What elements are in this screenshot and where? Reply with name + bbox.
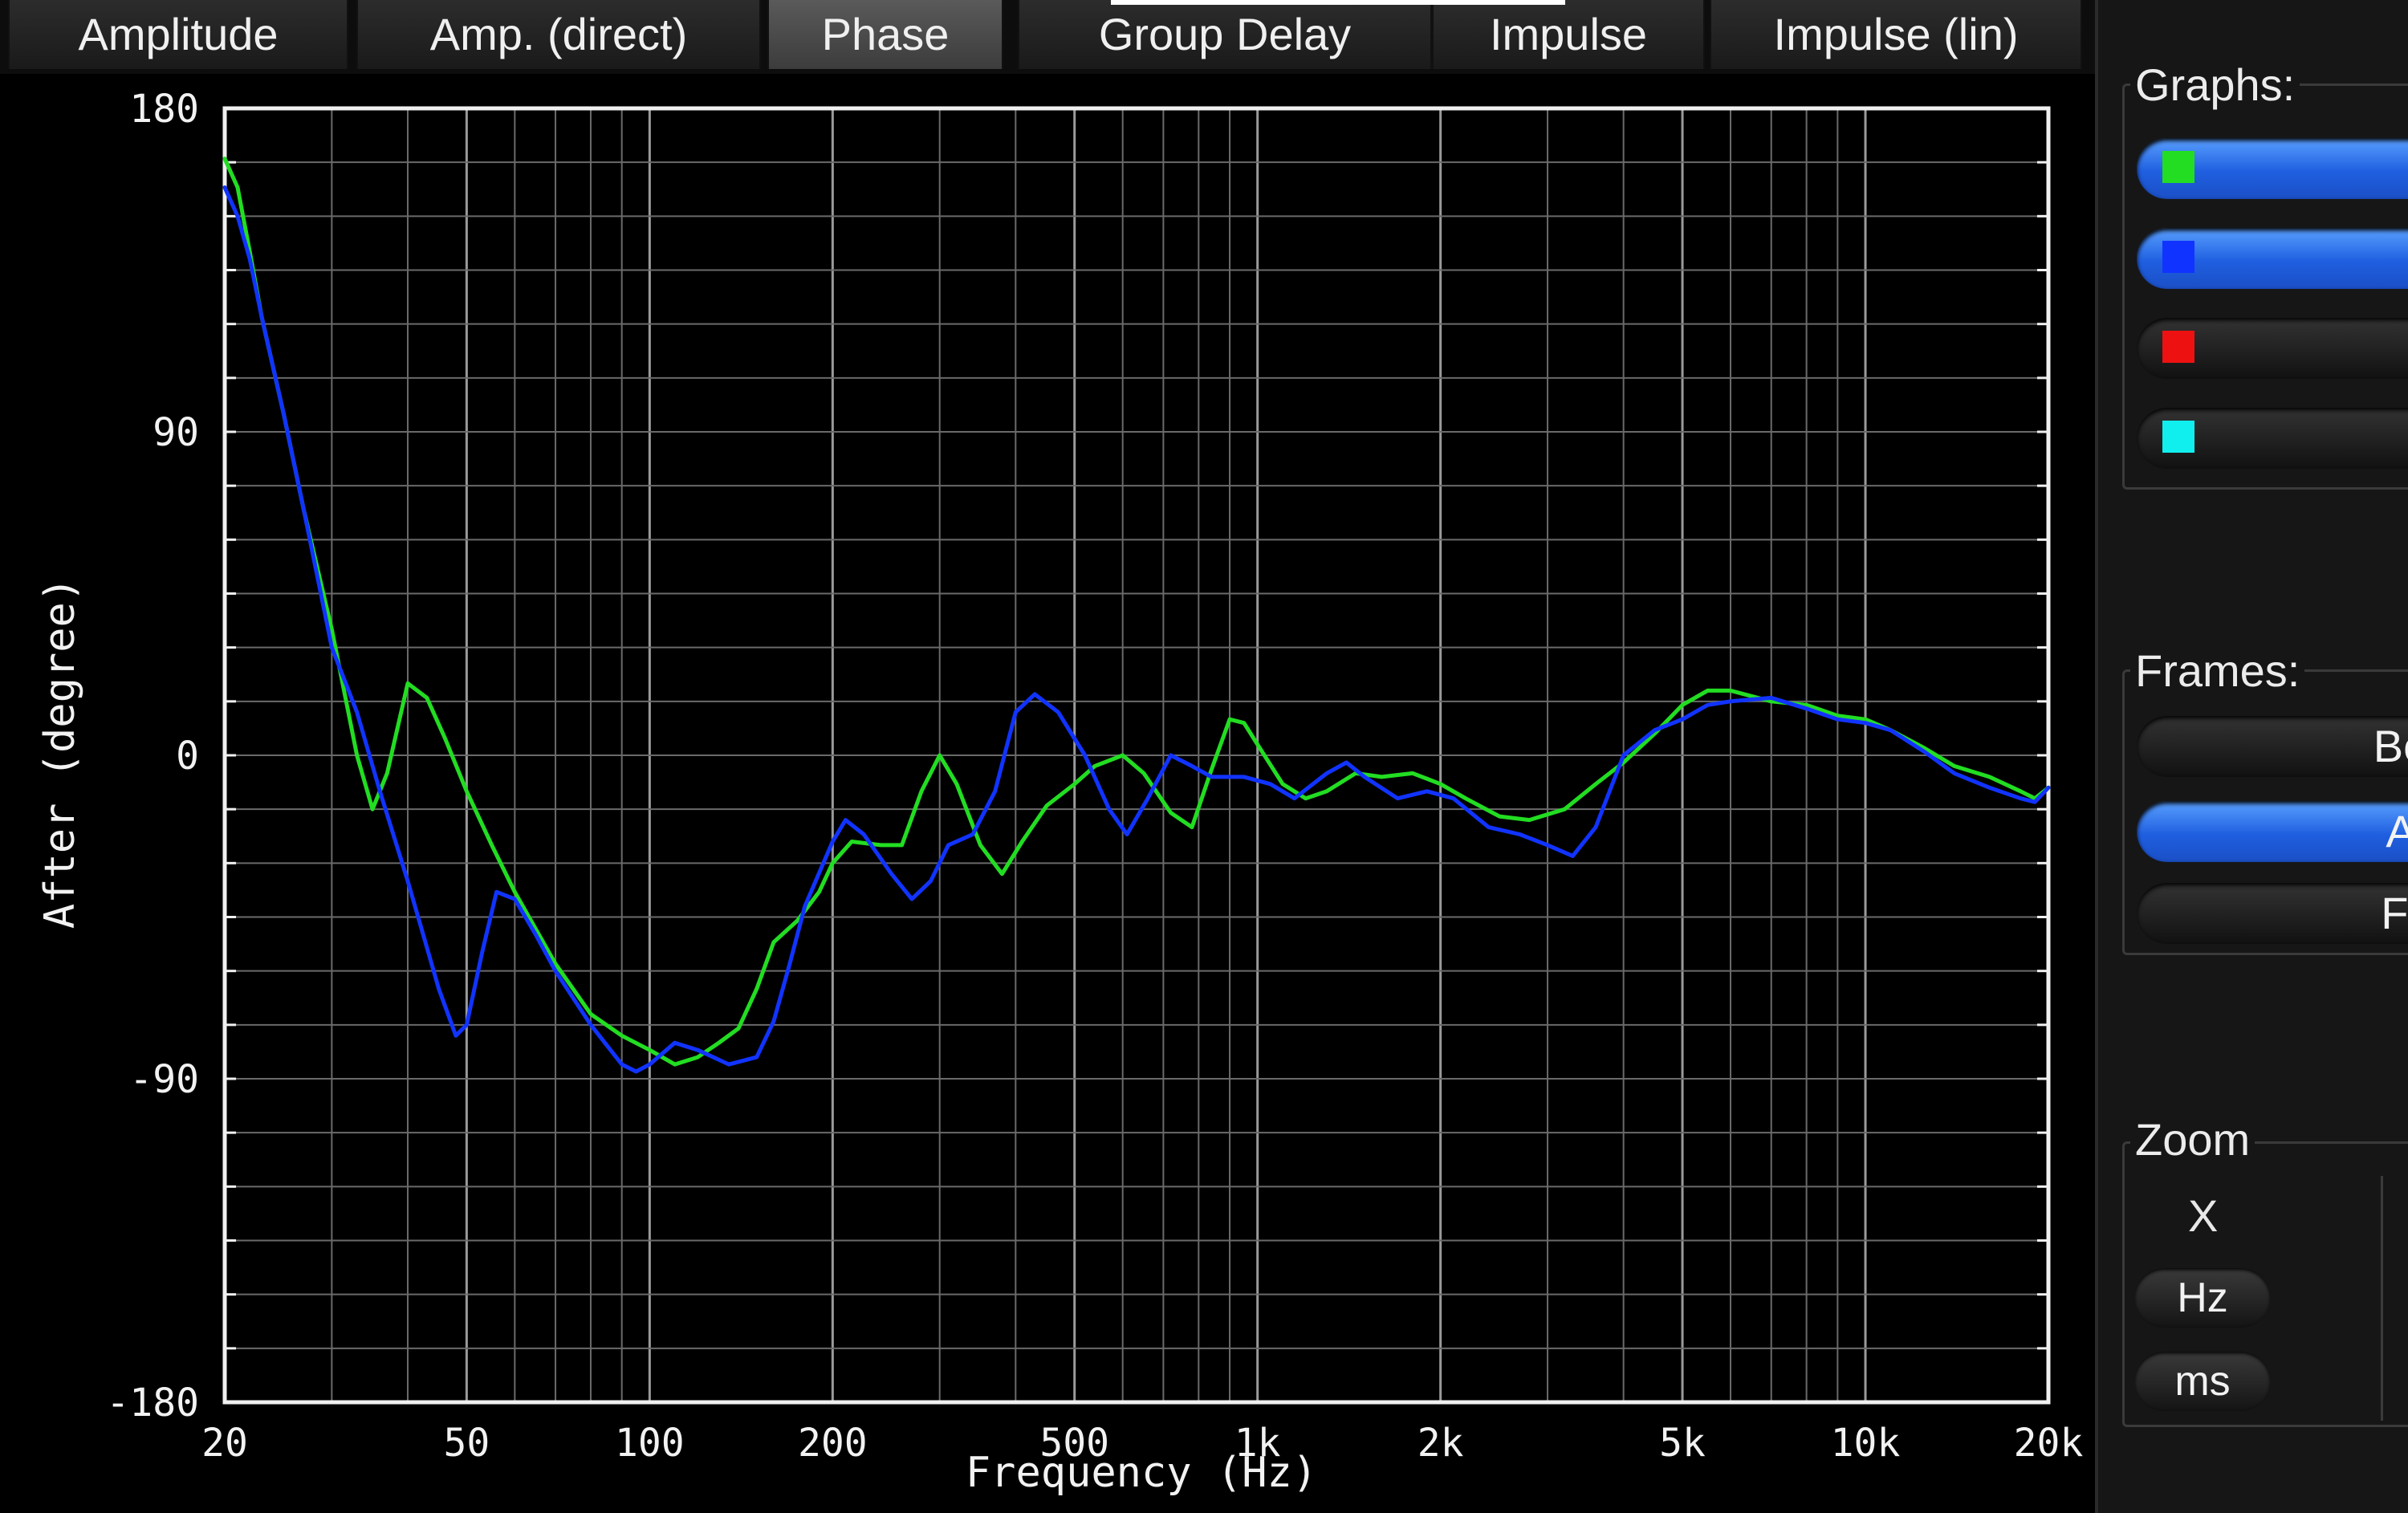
frame-button-before[interactable]: Befo <box>2137 716 2408 777</box>
graph-toggle-2[interactable]: 'I <box>2137 228 2408 289</box>
tab-group-delay[interactable]: Group Delay <box>1018 0 1432 69</box>
tab-amp-direct[interactable]: Amp. (direct) <box>356 0 761 69</box>
tab-impulse[interactable]: Impulse <box>1432 0 1705 69</box>
phase-chart[interactable]: 20 50 100 200 500 1k 2k 5k 10k 20k 180900-90-180 … <box>0 74 2095 1513</box>
y-tick-label: -180 <box>106 1381 199 1426</box>
chart-series <box>222 157 2051 1074</box>
graph-color-swatch <box>2162 421 2194 453</box>
x-tick-label: 20k <box>2014 1421 2084 1466</box>
tab-amplitude[interactable]: Amplitude <box>8 0 348 69</box>
series-line-1 <box>222 157 2051 1067</box>
frame-button-after[interactable]: Afte <box>2137 801 2408 862</box>
series-line-2 <box>222 185 2051 1074</box>
plot-area: 20 50 100 200 500 1k 2k 5k 10k 20k 180 90 0 -90 -180 … <box>0 74 2095 1513</box>
tab-phase[interactable]: Phase <box>767 0 1003 69</box>
y-tick-label: 180 <box>129 87 199 132</box>
zoom-ms-button[interactable]: ms <box>2134 1352 2271 1411</box>
y-axis-label: After (degree) <box>36 577 84 929</box>
y-tick-labels: 180 90 0 -90 -180 <box>106 87 199 1426</box>
x-tick-label: 2k <box>1418 1421 1464 1466</box>
graph-color-swatch <box>2162 151 2194 183</box>
zoom-hz-button[interactable]: Hz <box>2134 1268 2271 1328</box>
frames-title: Frames: <box>2130 647 2305 695</box>
y-tick-label: 90 <box>153 410 199 455</box>
chart-grid <box>223 108 2050 1403</box>
x-tick-label: 10k <box>1831 1421 1901 1466</box>
x-tick-label: 200 <box>798 1421 868 1466</box>
right-control-panel: Graphs: ' 'I S S Frames: Befo Afte Filte… <box>2095 0 2408 1513</box>
frame-button-label: Filte <box>2381 888 2408 938</box>
graph-color-swatch <box>2162 331 2194 363</box>
x-tick-label: 5k <box>1659 1421 1706 1466</box>
tab-highlight-marker <box>1111 0 1565 5</box>
graph-color-swatch <box>2162 241 2194 273</box>
zoom-title: Zoom <box>2130 1116 2255 1164</box>
frame-button-filter[interactable]: Filte <box>2137 883 2408 944</box>
graph-toggle-3[interactable]: S <box>2137 318 2408 379</box>
graphs-title: Graphs: <box>2130 61 2300 109</box>
y-tick-label: 0 <box>176 734 199 779</box>
tab-bar: Amplitude Amp. (direct) Phase Group Dela… <box>0 0 2095 79</box>
zoom-axis-label: X <box>2188 1190 2219 1241</box>
x-tick-label: 100 <box>615 1421 685 1466</box>
graph-toggle-4[interactable]: S <box>2137 408 2408 469</box>
x-tick-label: 50 <box>443 1421 490 1466</box>
x-axis-label: Frequency (Hz) <box>966 1449 1317 1497</box>
y-tick-label: -90 <box>129 1057 199 1102</box>
zoom-divider <box>2381 1176 2383 1421</box>
frame-button-label: Befo <box>2373 721 2408 771</box>
x-tick-label: 20 <box>201 1421 248 1466</box>
graph-toggle-1[interactable]: ' <box>2137 138 2408 199</box>
frame-button-label: Afte <box>2386 801 2408 862</box>
tab-impulse-lin[interactable]: Impulse (lin) <box>1710 0 2082 69</box>
